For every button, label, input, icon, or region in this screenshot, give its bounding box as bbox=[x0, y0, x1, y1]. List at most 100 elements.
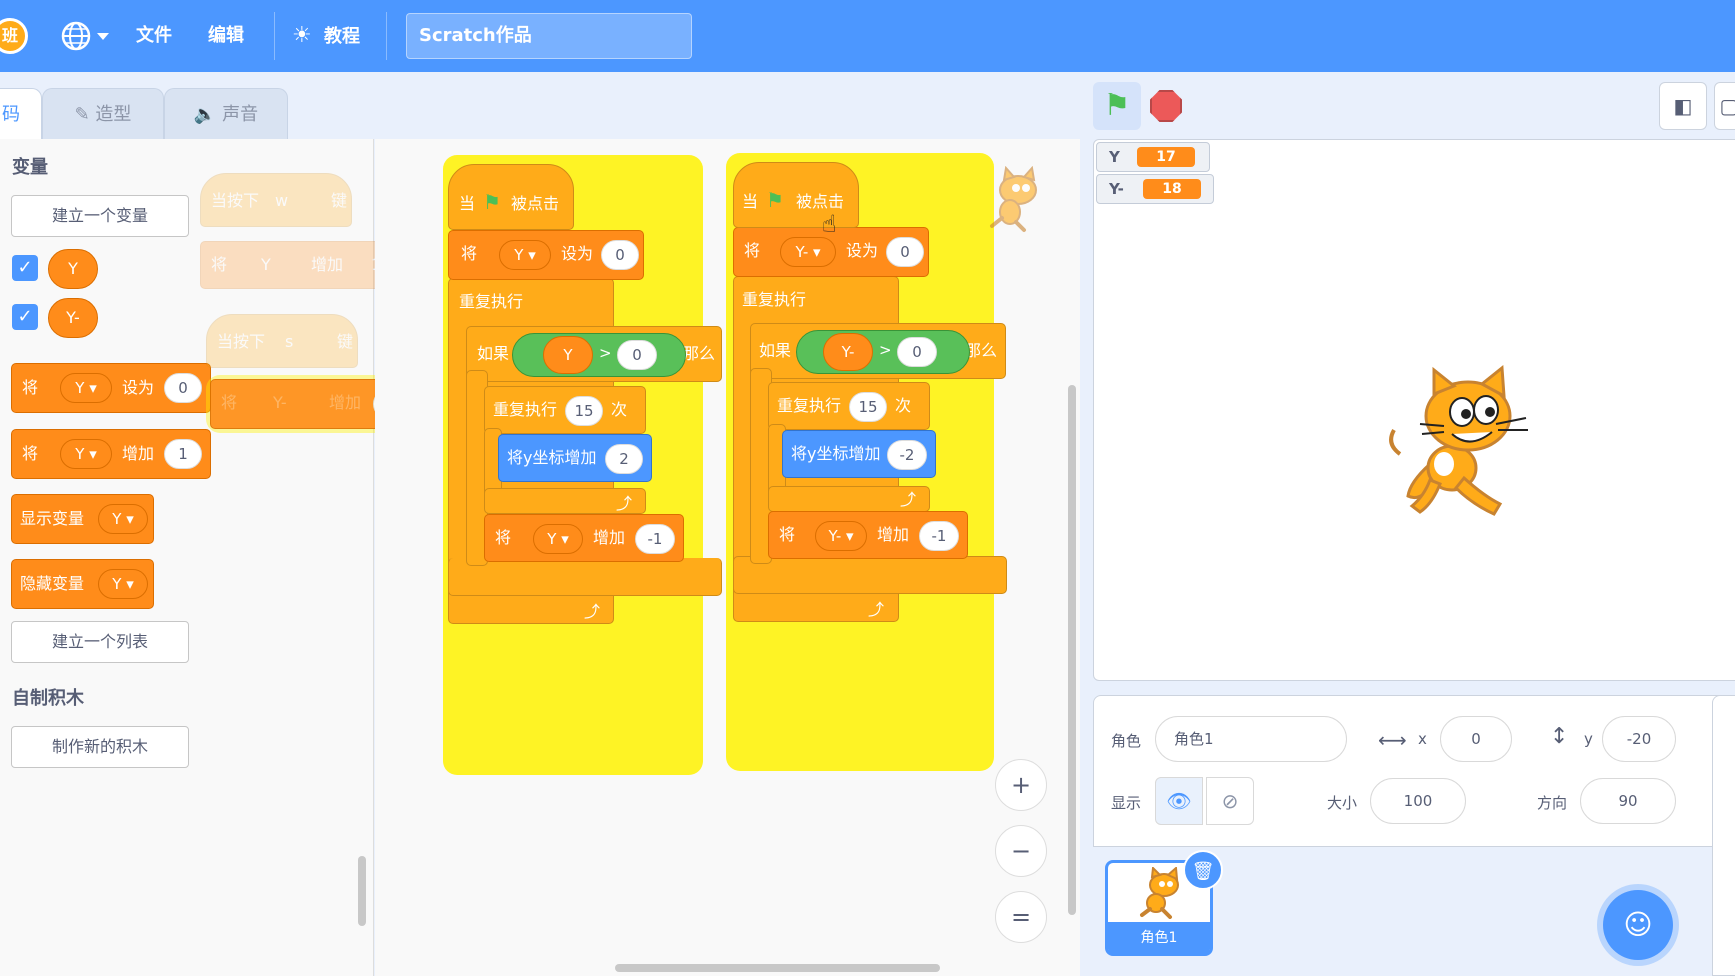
greater-than-condition[interactable]: Y- > 0 bbox=[796, 330, 970, 374]
variable-dropdown[interactable]: Y- ▾ bbox=[815, 521, 867, 551]
sprite-watermark-cat-icon bbox=[990, 166, 1037, 232]
block-label: 重复执行 bbox=[742, 290, 807, 309]
stage-target-pane[interactable] bbox=[1712, 695, 1735, 976]
value-input[interactable]: 15 bbox=[849, 392, 887, 422]
hide-variable-block[interactable]: 隐藏变量 Y ▾ bbox=[11, 559, 154, 609]
value-input[interactable]: 0 bbox=[164, 373, 202, 403]
project-title-input[interactable]: Scratch作品 bbox=[406, 13, 692, 59]
change-variable-block[interactable]: 将 Y ▾ 增加 -1 bbox=[484, 514, 684, 562]
large-stage-button[interactable]: ▢ bbox=[1714, 82, 1735, 130]
variable-checkbox-y-minus[interactable]: ✓ bbox=[12, 304, 38, 330]
size-input[interactable]: 100 bbox=[1370, 778, 1466, 824]
small-stage-button[interactable]: ◧ bbox=[1659, 82, 1707, 130]
cat-plus-icon: ☺ bbox=[1623, 908, 1653, 941]
y-label: y bbox=[1584, 730, 1593, 748]
zoom-reset-button[interactable]: = bbox=[995, 891, 1047, 943]
operator-symbol: > bbox=[879, 341, 892, 359]
set-variable-block[interactable]: 将 Y ▾ 设为 0 bbox=[11, 363, 211, 413]
change-variable-block[interactable]: 将 Y- ▾ 增加 -1 bbox=[768, 511, 968, 559]
workspace-horizontal-scrollbar[interactable] bbox=[615, 964, 940, 972]
block-palette: 变量 建立一个变量 ✓ Y ✓ Y- 将 Y ▾ 设为 0 将 Y ▾ 增加 1… bbox=[0, 139, 420, 976]
show-variable-block[interactable]: 显示变量 Y ▾ bbox=[11, 494, 154, 544]
hide-sprite-button[interactable]: ⊘ bbox=[1206, 777, 1254, 825]
variable-dropdown[interactable]: Y- ▾ bbox=[780, 237, 836, 267]
dropdown-value: Y bbox=[112, 575, 122, 593]
set-variable-block[interactable]: 将 Y ▾ 设为 0 bbox=[448, 230, 644, 280]
make-list-button[interactable]: 建立一个列表 bbox=[11, 621, 189, 663]
zoom-out-button[interactable]: − bbox=[995, 825, 1047, 877]
variable-reporter[interactable]: Y- bbox=[823, 333, 873, 371]
value-input[interactable]: 2 bbox=[605, 444, 643, 474]
x-position-input[interactable]: 0 bbox=[1440, 716, 1512, 762]
variable-checkbox-y[interactable]: ✓ bbox=[12, 255, 38, 281]
when-flag-clicked-block[interactable]: 当 ⚑ 被点击 bbox=[448, 164, 574, 230]
when-flag-clicked-block[interactable]: 当 ⚑ 被点击 bbox=[733, 162, 859, 228]
my-blocks-title: 自制积木 bbox=[12, 688, 84, 709]
show-label: 显示 bbox=[1111, 794, 1142, 812]
direction-input[interactable]: 90 bbox=[1580, 778, 1676, 824]
tab-costumes[interactable]: ✎ 造型 bbox=[42, 88, 164, 140]
y-position-input[interactable]: -20 bbox=[1602, 716, 1676, 762]
variable-dropdown[interactable]: Y ▾ bbox=[98, 569, 148, 599]
block-label: 将 bbox=[461, 244, 478, 263]
green-flag-button[interactable]: ⚑ bbox=[1093, 82, 1141, 130]
ghost-hat-block: 当按下 w 键 bbox=[200, 173, 352, 227]
show-sprite-button[interactable]: 👁 bbox=[1155, 777, 1203, 825]
change-y-block[interactable]: 将y坐标增加 -2 bbox=[782, 430, 936, 478]
zoom-in-button[interactable]: + bbox=[995, 759, 1047, 811]
block-label: 增加 bbox=[329, 393, 362, 412]
variable-dropdown[interactable]: Y ▾ bbox=[499, 240, 551, 270]
tab-sounds[interactable]: 🔈 声音 bbox=[164, 88, 288, 140]
block-label: w bbox=[275, 191, 289, 210]
sprite-name-label: 角色 bbox=[1111, 732, 1142, 750]
variable-dropdown[interactable]: Y ▾ bbox=[98, 504, 148, 534]
change-variable-block[interactable]: 将 Y ▾ 增加 1 bbox=[11, 429, 211, 479]
sprite-name-input[interactable]: 角色1 bbox=[1155, 716, 1347, 762]
make-variable-button[interactable]: 建立一个变量 bbox=[11, 195, 189, 237]
value-input[interactable]: 0 bbox=[617, 340, 657, 370]
repeat-block[interactable]: 重复执行 15 次 bbox=[768, 382, 930, 430]
value-input[interactable]: -1 bbox=[635, 524, 675, 554]
delete-sprite-button[interactable]: 🗑 bbox=[1183, 850, 1223, 890]
add-sprite-button[interactable]: ☺ bbox=[1603, 890, 1673, 960]
variables-title: 变量 bbox=[12, 157, 48, 178]
change-y-block[interactable]: 将y坐标增加 2 bbox=[498, 434, 652, 482]
workspace-vertical-scrollbar[interactable] bbox=[1068, 385, 1076, 915]
value-input[interactable]: 0 bbox=[897, 337, 937, 367]
value-input[interactable]: 1 bbox=[164, 439, 202, 469]
value-input[interactable]: -1 bbox=[919, 521, 959, 551]
block-label: 将 bbox=[22, 378, 39, 397]
greater-than-condition[interactable]: Y > 0 bbox=[512, 333, 686, 377]
variable-dropdown[interactable]: Y ▾ bbox=[533, 524, 583, 554]
value-input[interactable]: 0 bbox=[886, 237, 924, 267]
cat-sprite-icon[interactable] bbox=[1380, 364, 1540, 524]
forever-inner-bottom bbox=[733, 556, 1007, 594]
language-menu[interactable] bbox=[60, 0, 116, 72]
forever-inner-bottom bbox=[448, 558, 722, 596]
variable-monitor-y-minus: Y- 18 bbox=[1096, 174, 1214, 204]
hand-cursor-icon: ☝ bbox=[822, 210, 837, 238]
variable-dropdown[interactable]: Y ▾ bbox=[60, 373, 112, 403]
block-label: 设为 bbox=[561, 244, 594, 263]
eye-slash-icon: ⊘ bbox=[1221, 789, 1239, 813]
stage[interactable]: Y 17 Y- 18 bbox=[1093, 139, 1735, 681]
palette-scrollbar[interactable] bbox=[358, 856, 366, 926]
make-block-button[interactable]: 制作新的积木 bbox=[11, 726, 189, 768]
value-input[interactable]: 15 bbox=[565, 396, 603, 426]
file-menu[interactable]: 文件 bbox=[136, 0, 172, 72]
variable-reporter[interactable]: Y bbox=[543, 336, 593, 374]
variable-dropdown[interactable]: Y ▾ bbox=[60, 439, 112, 469]
repeat-block[interactable]: 重复执行 15 次 bbox=[484, 386, 646, 434]
tutorials-menu[interactable]: ☀ 教程 bbox=[292, 0, 360, 72]
tab-code[interactable]: 码 bbox=[0, 88, 42, 140]
block-label: 增加 bbox=[311, 255, 344, 274]
value-input[interactable]: 0 bbox=[601, 240, 639, 270]
value-input[interactable]: -2 bbox=[887, 440, 927, 470]
block-label: 将 bbox=[221, 393, 238, 412]
variable-reporter-y[interactable]: Y bbox=[48, 249, 98, 289]
block-label: 当 bbox=[742, 192, 759, 211]
variable-reporter-y-minus[interactable]: Y- bbox=[48, 298, 98, 338]
scratch-logo[interactable]: 班 bbox=[0, 18, 28, 54]
stop-button[interactable] bbox=[1150, 90, 1182, 122]
edit-menu[interactable]: 编辑 bbox=[208, 0, 244, 72]
